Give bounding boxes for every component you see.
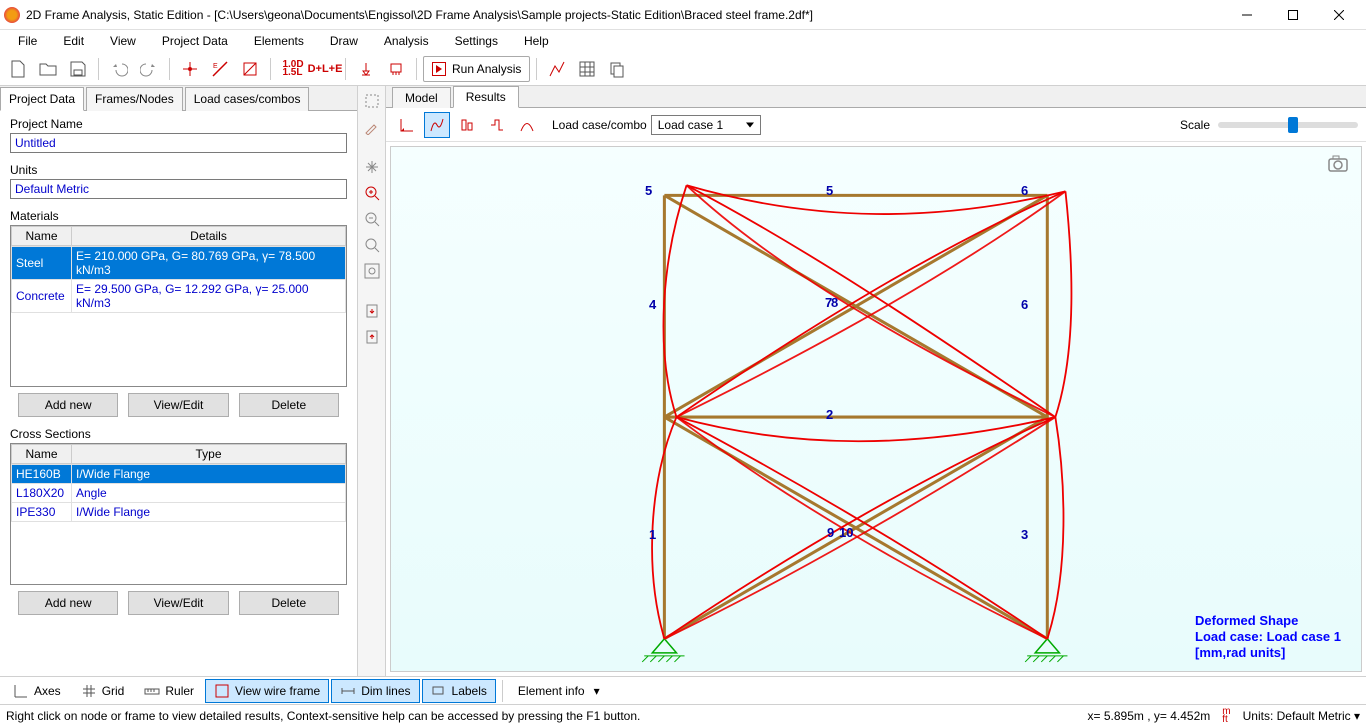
grid-toggle[interactable]: Grid <box>72 679 134 703</box>
node-icon[interactable] <box>176 55 204 83</box>
materials-delete-button[interactable]: Delete <box>239 393 339 417</box>
window-title: 2D Frame Analysis, Static Edition - [C:\… <box>26 8 1224 22</box>
save-icon[interactable] <box>64 55 92 83</box>
status-hint: Right click on node or frame to view det… <box>6 709 640 723</box>
status-coords: x= 5.895m , y= 4.452m <box>1088 709 1211 723</box>
scale-label: Scale <box>1180 118 1210 132</box>
deformed-shape-icon[interactable] <box>424 112 450 138</box>
tab-model[interactable]: Model <box>392 87 451 108</box>
menu-settings[interactable]: Settings <box>443 32 510 50</box>
units-input[interactable] <box>10 179 347 199</box>
play-icon <box>432 62 446 76</box>
import-icon[interactable] <box>361 326 383 348</box>
redo-icon[interactable] <box>135 55 163 83</box>
scale-slider[interactable] <box>1218 122 1358 128</box>
xsections-delete-button[interactable]: Delete <box>239 591 339 615</box>
select-rect-icon[interactable] <box>361 90 383 112</box>
menu-help[interactable]: Help <box>512 32 561 50</box>
pencil-icon[interactable] <box>361 116 383 138</box>
zoom-window-icon[interactable] <box>361 260 383 282</box>
project-name-label: Project Name <box>10 117 347 131</box>
canvas-area: Model Results Load case/combo Load case … <box>386 86 1366 676</box>
maximize-button[interactable] <box>1270 0 1316 30</box>
frame-diagram <box>391 147 1361 671</box>
zoom-out-icon[interactable] <box>361 208 383 230</box>
vertical-toolbar <box>358 86 386 676</box>
status-units[interactable]: Units: Default Metric ▾ <box>1243 709 1360 723</box>
load-combo-icon[interactable]: 1.0D1.5L <box>277 55 309 83</box>
menubar: File Edit View Project Data Elements Dra… <box>0 30 1366 52</box>
menu-edit[interactable]: Edit <box>51 32 96 50</box>
menu-elements[interactable]: Elements <box>242 32 316 50</box>
tab-load-cases[interactable]: Load cases/combos <box>185 87 310 111</box>
menu-draw[interactable]: Draw <box>318 32 370 50</box>
support-icon[interactable] <box>352 55 380 83</box>
menu-file[interactable]: File <box>6 32 49 50</box>
toolbar: E 1.0D1.5L D+L+E Run Analysis <box>0 52 1366 86</box>
pan-icon[interactable] <box>361 156 383 178</box>
materials-grid[interactable]: Name Details SteelE= 210.000 GPa, G= 80.… <box>10 225 347 387</box>
section-icon[interactable] <box>236 55 264 83</box>
table-row[interactable]: HE160BI/Wide Flange <box>12 465 346 484</box>
axes-toggle[interactable]: Axes <box>4 679 70 703</box>
table-row[interactable]: ConcreteE= 29.500 GPa, G= 12.292 GPa, γ=… <box>12 280 346 313</box>
tab-project-data[interactable]: Project Data <box>0 87 84 111</box>
labels-toggle[interactable]: Labels <box>422 679 496 703</box>
zoom-in-icon[interactable] <box>361 182 383 204</box>
minimize-button[interactable] <box>1224 0 1270 30</box>
moment-diagram-icon[interactable] <box>514 112 540 138</box>
units-label: Units <box>10 163 347 177</box>
table-row[interactable]: SteelE= 210.000 GPa, G= 80.769 GPa, γ= 7… <box>12 247 346 280</box>
axial-diagram-icon[interactable] <box>454 112 480 138</box>
tab-frames-nodes[interactable]: Frames/Nodes <box>86 87 183 111</box>
element-info-dropdown[interactable]: Element info▾ <box>509 679 609 703</box>
wireframe-toggle[interactable]: View wire frame <box>205 679 329 703</box>
results-diagram-icon[interactable] <box>543 55 571 83</box>
materials-edit-button[interactable]: View/Edit <box>128 393 228 417</box>
table-row[interactable]: IPE330I/Wide Flange <box>12 503 346 522</box>
result-info: Deformed Shape Load case: Load case 1 [m… <box>1195 613 1341 661</box>
copy-icon[interactable] <box>603 55 631 83</box>
load-icon[interactable] <box>382 55 410 83</box>
export-icon[interactable] <box>361 300 383 322</box>
xsections-edit-button[interactable]: View/Edit <box>128 591 228 615</box>
load-case-label: Load case/combo <box>552 118 647 132</box>
run-analysis-button[interactable]: Run Analysis <box>423 56 530 82</box>
dle-icon[interactable]: D+L+E <box>311 55 339 83</box>
load-case-combo[interactable]: Load case 1 <box>651 115 761 135</box>
project-name-input[interactable] <box>10 133 347 153</box>
shear-diagram-icon[interactable] <box>484 112 510 138</box>
new-file-icon[interactable] <box>4 55 32 83</box>
dimlines-toggle[interactable]: Dim lines <box>331 679 419 703</box>
left-panel: Project Data Frames/Nodes Load cases/com… <box>0 86 358 676</box>
titlebar: 2D Frame Analysis, Static Edition - [C:\… <box>0 0 1366 30</box>
ruler-toggle[interactable]: Ruler <box>135 679 203 703</box>
zoom-fit-icon[interactable] <box>361 234 383 256</box>
materials-add-button[interactable]: Add new <box>18 393 118 417</box>
menu-view[interactable]: View <box>98 32 148 50</box>
run-analysis-label: Run Analysis <box>452 62 521 76</box>
tab-results[interactable]: Results <box>453 86 519 108</box>
table-icon[interactable] <box>573 55 601 83</box>
statusbar: Right click on node or frame to view det… <box>0 704 1366 726</box>
menu-project-data[interactable]: Project Data <box>150 32 240 50</box>
xsections-grid[interactable]: Name Type HE160BI/Wide Flange L180X20Ang… <box>10 443 347 585</box>
open-file-icon[interactable] <box>34 55 62 83</box>
reactions-icon[interactable] <box>394 112 420 138</box>
app-icon <box>4 7 20 23</box>
undo-icon[interactable] <box>105 55 133 83</box>
units-icon: mft <box>1222 708 1230 724</box>
xsections-label: Cross Sections <box>10 427 347 441</box>
xsections-add-button[interactable]: Add new <box>18 591 118 615</box>
frame-icon[interactable]: E <box>206 55 234 83</box>
viewport[interactable]: 1 2 3 4 5 5 6 6 7 8 9 10 Deformed Shape … <box>390 146 1362 672</box>
bottom-toolbar: Axes Grid Ruler View wire frame Dim line… <box>0 676 1366 704</box>
table-row[interactable]: L180X20Angle <box>12 484 346 503</box>
materials-label: Materials <box>10 209 347 223</box>
close-button[interactable] <box>1316 0 1362 30</box>
menu-analysis[interactable]: Analysis <box>372 32 441 50</box>
results-toolbar: Load case/combo Load case 1 Scale <box>386 108 1366 142</box>
svg-text:E: E <box>213 63 218 70</box>
